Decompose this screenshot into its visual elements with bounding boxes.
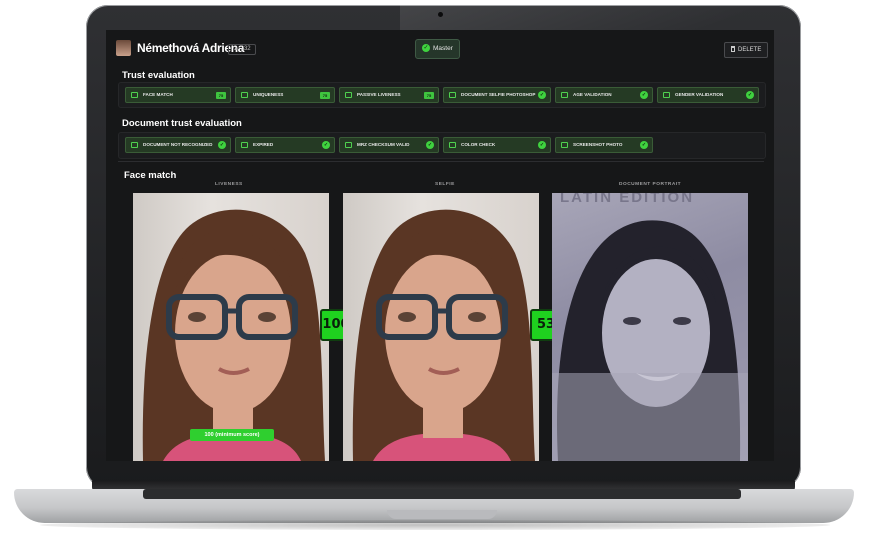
delete-button[interactable]: DELETE bbox=[724, 42, 769, 58]
chip-expired[interactable]: EXPIRED ✓ bbox=[235, 137, 335, 153]
trust-evaluation-panel: FACE MATCH 75 UNIQUENESS 75 PASSIVE LIVE… bbox=[118, 82, 766, 108]
chip-label: COLOR CHECK bbox=[461, 142, 496, 147]
section-divider bbox=[118, 161, 764, 162]
camera-icon bbox=[561, 92, 568, 98]
laptop-lip bbox=[387, 510, 497, 519]
app-screen: Némethová Adriena ▲ 232 ✓ Master DELETE T… bbox=[106, 30, 774, 461]
selfie-photo bbox=[343, 193, 539, 461]
face-illustration bbox=[352, 209, 535, 461]
delete-label: DELETE bbox=[738, 47, 762, 53]
chip-color-check[interactable]: COLOR CHECK ✓ bbox=[443, 137, 551, 153]
score-badge: 75 bbox=[216, 92, 226, 99]
document-portrait-photo: LATIN EDITION bbox=[552, 193, 748, 461]
laptop-shadow bbox=[40, 520, 830, 530]
chip-label: DOCUMENT NOT RECOGNIZED bbox=[143, 142, 213, 147]
check-icon: ✓ bbox=[746, 91, 754, 99]
chip-passive-liveness[interactable]: PASSIVE LIVENESS 75 bbox=[339, 87, 439, 103]
check-icon: ✓ bbox=[322, 141, 330, 149]
chip-label: SCREENSHOT PHOTO bbox=[573, 142, 623, 147]
trust-evaluation-title: Trust evaluation bbox=[122, 70, 195, 81]
chip-label: MRZ CHECKSUM VALID bbox=[357, 142, 410, 147]
camera-icon bbox=[449, 142, 456, 148]
chip-age-validation[interactable]: AGE VALIDATION ✓ bbox=[555, 87, 653, 103]
chip-label: PASSIVE LIVENESS bbox=[357, 92, 401, 97]
check-icon: ✓ bbox=[422, 44, 430, 53]
camera-icon bbox=[449, 92, 456, 98]
chip-label: AGE VALIDATION bbox=[573, 92, 612, 97]
score-badge: 75 bbox=[424, 92, 434, 99]
check-icon: ✓ bbox=[538, 141, 546, 149]
chip-uniqueness[interactable]: UNIQUENESS 75 bbox=[235, 87, 335, 103]
chip-document-not-recognized[interactable]: DOCUMENT NOT RECOGNIZED ✓ bbox=[125, 137, 231, 153]
document-trust-panel: DOCUMENT NOT RECOGNIZED ✓ EXPIRED ✓ MRZ … bbox=[118, 132, 766, 159]
camera-icon bbox=[345, 92, 352, 98]
document-portrait-column-label: DOCUMENT PORTRAIT bbox=[619, 182, 682, 187]
keyboard-well bbox=[143, 489, 741, 499]
chip-face-match[interactable]: FACE MATCH 75 bbox=[125, 87, 231, 103]
chip-label: FACE MATCH bbox=[143, 92, 173, 97]
camera-icon bbox=[663, 92, 670, 98]
chip-label: UNIQUENESS bbox=[253, 92, 284, 97]
liveness-column-label: LIVENESS bbox=[215, 182, 243, 187]
face-match-title: Face match bbox=[124, 170, 177, 181]
avatar bbox=[116, 40, 131, 56]
chip-label: DOCUMENT SELFIE PHOTOSHOP bbox=[461, 92, 536, 97]
master-label: Master bbox=[433, 45, 453, 52]
check-icon: ✓ bbox=[426, 141, 434, 149]
chip-screenshot-photo[interactable]: SCREENSHOT PHOTO ✓ bbox=[555, 137, 653, 153]
liveness-photo bbox=[133, 193, 329, 461]
face-illustration bbox=[142, 209, 325, 461]
document-watermark: LATIN EDITION bbox=[560, 193, 695, 206]
chip-document-selfie-photoshop[interactable]: DOCUMENT SELFIE PHOTOSHOP ✓ bbox=[443, 87, 551, 103]
chip-label: EXPIRED bbox=[253, 142, 274, 147]
person-icon bbox=[241, 142, 248, 148]
document-trust-evaluation-title: Document trust evaluation bbox=[122, 118, 242, 129]
score-badge: 75 bbox=[320, 92, 330, 99]
minimum-score-badge: 100 (minimum score) bbox=[190, 429, 274, 441]
camera-icon bbox=[561, 142, 568, 148]
selfie-column-label: SELFIE bbox=[435, 182, 455, 187]
chip-mrz-checksum-valid[interactable]: MRZ CHECKSUM VALID ✓ bbox=[339, 137, 439, 153]
person-icon bbox=[131, 142, 138, 148]
history-badge[interactable]: ▲ 232 bbox=[228, 44, 256, 55]
trash-icon bbox=[731, 46, 735, 53]
document-portrait-illustration bbox=[552, 220, 748, 461]
check-icon: ✓ bbox=[640, 141, 648, 149]
chip-label: GENDER VALIDATION bbox=[675, 92, 724, 97]
check-icon: ✓ bbox=[640, 91, 648, 99]
master-button[interactable]: ✓ Master bbox=[415, 39, 460, 59]
person-icon bbox=[345, 142, 352, 148]
camera-icon bbox=[241, 92, 248, 98]
check-icon: ✓ bbox=[218, 141, 226, 149]
webcam bbox=[438, 12, 443, 17]
app-header: Némethová Adriena ▲ 232 ✓ Master DELETE bbox=[106, 30, 774, 60]
chip-gender-validation[interactable]: GENDER VALIDATION ✓ bbox=[657, 87, 759, 103]
camera-icon bbox=[131, 92, 138, 98]
check-icon: ✓ bbox=[538, 91, 546, 99]
